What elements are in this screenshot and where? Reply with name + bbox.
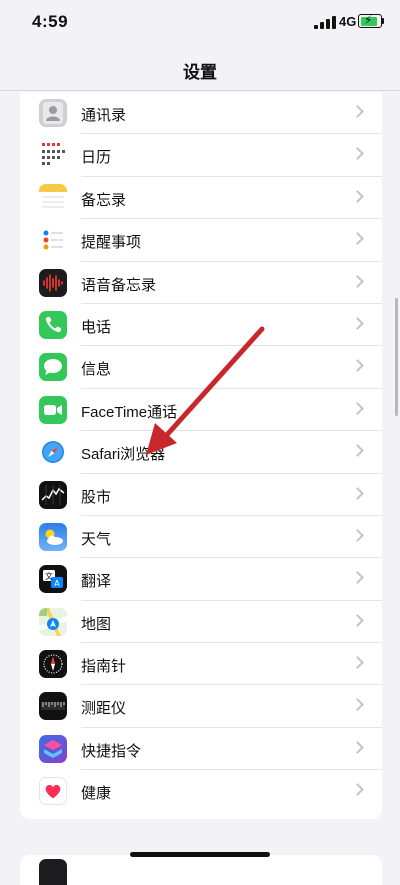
measure-icon — [39, 692, 67, 721]
settings-row-notes[interactable]: 备忘录 — [20, 177, 382, 220]
settings-row-messages[interactable]: 信息 — [20, 346, 382, 389]
settings-row-stocks[interactable]: 股市 — [20, 474, 382, 516]
battery-charging-icon: ⚡ — [358, 13, 382, 28]
svg-text:文: 文 — [45, 571, 53, 581]
chevron-right-icon — [351, 359, 364, 373]
safari-icon — [39, 438, 67, 467]
calendar-icon — [39, 141, 67, 170]
settings-row-maps[interactable]: 地图 — [20, 601, 382, 644]
chevron-right-icon — [351, 147, 364, 161]
settings-row-label: FaceTime通话 — [81, 403, 178, 421]
settings-row-compass[interactable]: 指南针 — [20, 643, 382, 686]
chevron-right-icon — [351, 486, 364, 500]
messages-icon — [39, 353, 67, 382]
settings-row-label: 股市 — [81, 488, 112, 506]
chevron-right-icon — [351, 189, 364, 203]
settings-row-reminders[interactable]: 提醒事项 — [20, 219, 382, 262]
status-bar: 4:59 4G ⚡ — [0, 0, 400, 46]
settings-next-group — [20, 855, 382, 885]
settings-row-label: 翻译 — [81, 573, 112, 591]
settings-row-phone[interactable]: 电话 — [20, 304, 382, 347]
settings-list: 通讯录 日历 备忘录 提醒事项 语音备忘录 电话 信息 FaceTime通话 S… — [20, 92, 382, 819]
shortcuts-icon — [39, 734, 67, 763]
chevron-right-icon — [351, 656, 364, 669]
settings-row-label: 语音备忘录 — [81, 276, 157, 294]
nav-bar: 设置 — [0, 46, 400, 91]
network-type: 4G — [339, 14, 357, 29]
settings-row-contacts[interactable]: 通讯录 — [20, 92, 382, 135]
status-time: 4:59 — [32, 12, 69, 31]
settings-row-measure[interactable]: 测距仪 — [20, 685, 382, 728]
settings-row-label: 提醒事项 — [81, 234, 142, 252]
voice-memos-icon — [39, 268, 67, 297]
chevron-right-icon — [351, 571, 364, 585]
settings-row-label: Safari浏览器 — [81, 446, 166, 464]
settings-row-calendar[interactable]: 日历 — [20, 134, 382, 177]
chevron-right-icon — [351, 401, 364, 415]
chevron-right-icon — [351, 317, 364, 330]
settings-row-label: 健康 — [81, 785, 112, 803]
stocks-icon — [39, 480, 67, 509]
scrollbar[interactable] — [395, 298, 398, 416]
settings-row-label: 电话 — [81, 318, 112, 336]
compass-icon — [39, 650, 67, 679]
settings-row-label: 通讯录 — [81, 107, 127, 124]
chevron-right-icon — [351, 274, 364, 288]
settings-row-safari[interactable]: Safari浏览器 — [20, 431, 382, 474]
page-title: 设置 — [183, 63, 217, 82]
svg-text:A: A — [54, 579, 60, 588]
health-icon — [39, 777, 67, 806]
reminders-icon — [39, 226, 67, 255]
chevron-right-icon — [351, 740, 364, 754]
phone-icon — [39, 310, 67, 339]
settings-row-label: 天气 — [81, 530, 112, 548]
facetime-icon — [39, 395, 67, 424]
weather-icon — [39, 522, 67, 551]
battery-cap — [382, 18, 384, 24]
settings-row-health[interactable]: 健康 — [20, 770, 382, 812]
next-row-icon — [39, 859, 67, 885]
chevron-right-icon — [351, 232, 364, 246]
settings-row-shortcuts[interactable]: 快捷指令 — [20, 728, 382, 771]
chevron-right-icon — [351, 783, 364, 797]
cellular-signal-icon — [314, 16, 336, 29]
maps-icon — [39, 607, 67, 636]
notes-icon — [39, 183, 67, 212]
settings-row-facetime[interactable]: FaceTime通话 — [20, 389, 382, 432]
chevron-right-icon — [351, 529, 364, 542]
settings-row-label: 指南针 — [81, 658, 127, 676]
chevron-right-icon — [351, 105, 364, 118]
home-indicator[interactable] — [130, 852, 270, 857]
contacts-icon — [39, 99, 67, 127]
settings-row-translate[interactable]: 文A 翻译 — [20, 558, 382, 601]
settings-row-label: 信息 — [81, 361, 112, 379]
settings-row-label: 备忘录 — [81, 191, 127, 209]
chevron-right-icon — [351, 444, 364, 457]
settings-row-voice-memos[interactable]: 语音备忘录 — [20, 262, 382, 304]
chevron-right-icon — [351, 698, 364, 712]
settings-row-label: 测距仪 — [81, 700, 127, 718]
settings-row-label: 日历 — [81, 149, 112, 167]
translate-icon: 文A — [39, 565, 67, 594]
settings-row-label: 地图 — [81, 615, 112, 633]
chevron-right-icon — [351, 613, 364, 627]
settings-row-weather[interactable]: 天气 — [20, 516, 382, 559]
settings-row-label: 快捷指令 — [81, 742, 142, 760]
